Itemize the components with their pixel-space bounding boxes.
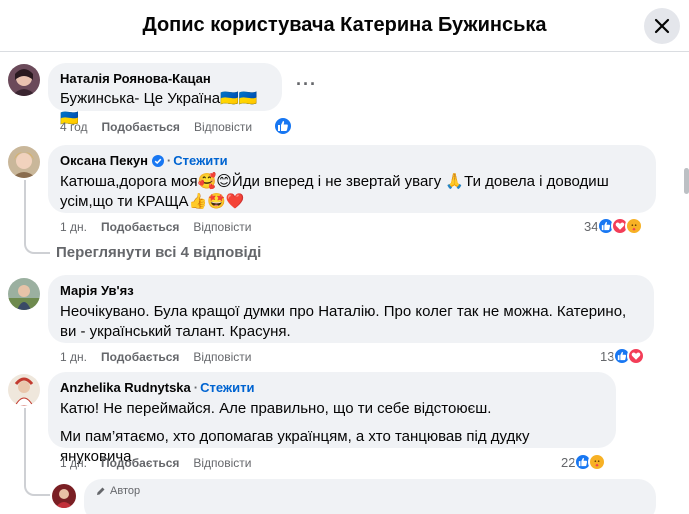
comment-time[interactable]: 1 дн. [60,220,87,234]
more-options-button[interactable]: ··· [296,74,317,95]
thread-line [24,408,26,486]
like-button[interactable]: Подобається [101,350,179,364]
verified-badge-icon [151,155,164,167]
like-button[interactable]: Подобається [102,120,180,134]
comment-text-line-1: Катюша,дорога моя🥰😊Йди вперед і не зверт… [60,173,609,190]
pen-icon [97,487,105,495]
author-badge-label: Автор [110,485,141,497]
avatar[interactable] [8,278,40,310]
close-button[interactable] [644,8,680,44]
care-reaction-icon [588,453,607,471]
author-badge: Автор [96,485,644,497]
thread-connector [24,236,50,254]
comment-author[interactable]: Оксана Пекун [60,153,148,169]
follow-button[interactable]: Стежити [173,153,227,169]
reply-avatar[interactable] [52,484,76,508]
comment-time[interactable]: 4 год [60,120,88,134]
reply-button[interactable]: Відповісти [193,350,251,364]
separator-dot: · [166,153,172,168]
reaction-summary[interactable]: 13 [600,347,646,365]
thread-line [24,180,26,244]
comment-actions: 1 дн. Подобається Відповісти [60,350,251,364]
comment-author-row: Оксана Пекун · Стежити [60,153,644,169]
comment-text-line-1: Неочікувано. Була кращої думки про Натал… [60,303,627,320]
follow-button[interactable]: Стежити [200,380,254,396]
reaction-count: 13 [600,348,615,364]
comment-time[interactable]: 1 дн. [60,350,87,364]
comment-bubble: Anzhelika Rudnytska · Стежити Катю! Не п… [48,372,616,465]
thread-connector [24,480,50,496]
avatar[interactable] [8,146,40,178]
like-button[interactable]: Подобається [101,456,179,470]
care-reaction-icon [625,217,644,235]
reaction-summary[interactable]: 22 [561,453,607,471]
comment-bubble: Марія Ув'яз Неочікувано. Була кращої дум… [48,275,654,343]
comment-text-line-2: усім,що ти КРАЩА👍🤩❤️ [60,193,245,210]
avatar[interactable] [8,374,40,406]
comment-text-line-1: Катю! Не переймайся. Але правильно, що т… [60,400,492,417]
view-replies-link[interactable]: Переглянути всі 4 відповіді [56,244,261,261]
reaction-summary[interactable]: 34 [584,217,644,235]
like-button[interactable]: Подобається [101,220,179,234]
comment-actions: 1 дн. Подобається Відповісти [60,456,251,470]
like-reaction-icon[interactable] [273,116,293,136]
reaction-count: 22 [561,454,576,470]
reply-button[interactable]: Відповісти [193,220,251,234]
reply-button[interactable]: Відповісти [194,120,252,134]
reply-bubble: Автор [84,479,656,514]
close-icon [654,18,670,34]
reply-button[interactable]: Відповісти [193,456,251,470]
comment-author[interactable]: Наталія Роянова-Кацан [60,71,270,87]
comment-text-line-2: ви - український талант. Красуня. [60,323,291,340]
dialog-title: Допис користувача Катерина Бужинська [142,14,547,36]
dialog-header: Допис користувача Катерина Бужинська [0,0,689,52]
comment-actions: 1 дн. Подобається Відповісти [60,220,251,234]
reaction-count: 34 [584,218,599,234]
comment-author[interactable]: Марія Ув'яз [60,283,642,299]
comment-bubble: Наталія Роянова-Кацан Бужинська- Це Укра… [48,63,282,127]
comment-author-row: Anzhelika Rudnytska · Стежити [60,380,604,396]
comment-actions: 4 год Подобається Відповісти [60,120,252,134]
scrollbar-thumb[interactable] [684,168,689,194]
comment-bubble: Оксана Пекун · Стежити Катюша,дорога моя… [48,145,656,213]
avatar[interactable] [8,64,40,96]
love-reaction-icon [627,347,646,365]
separator-dot: · [193,380,199,395]
comment-time[interactable]: 1 дн. [60,456,87,470]
comment-author[interactable]: Anzhelika Rudnytska [60,380,191,396]
